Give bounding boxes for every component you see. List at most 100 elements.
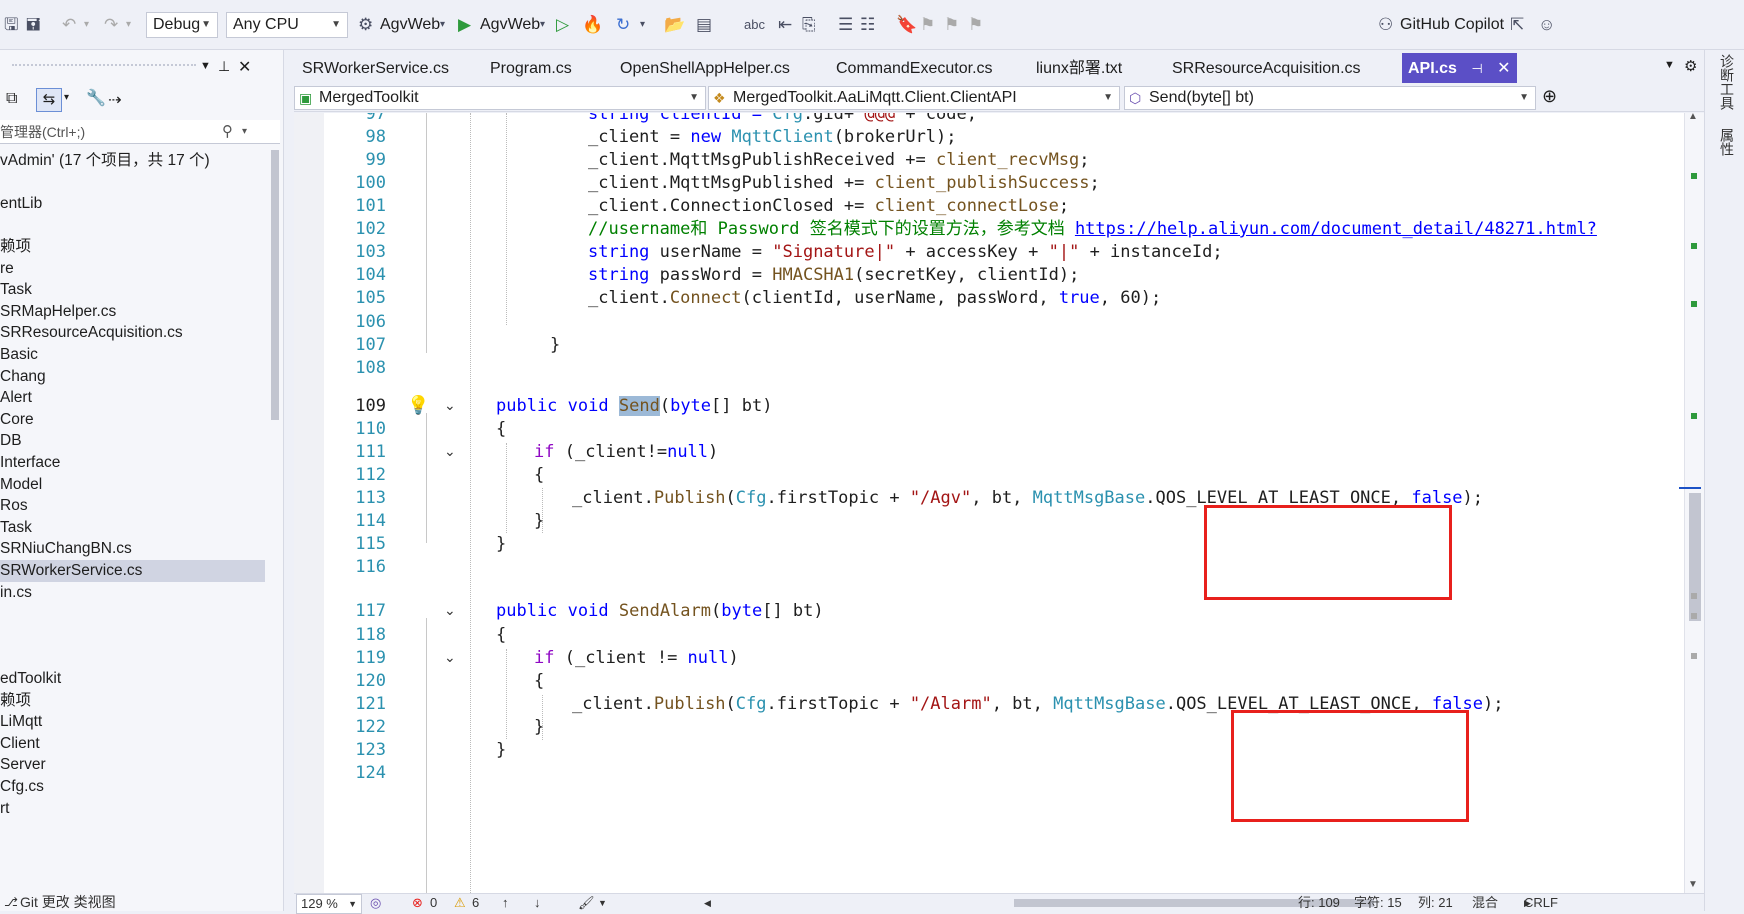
tree-item[interactable]: vAdmin' (17 个项目，共 17 个) <box>0 150 265 172</box>
tree-item[interactable]: Model <box>0 474 265 496</box>
pin-icon[interactable]: ⊣ <box>1471 61 1482 76</box>
tree-item[interactable]: SRResourceAcquisition.cs <box>0 322 265 344</box>
intellicode-icon[interactable]: ◎ <box>370 894 381 912</box>
arrow-down-icon[interactable]: ↓ <box>534 894 541 912</box>
scroll-left-icon[interactable]: ◀ <box>704 894 711 912</box>
tree-item[interactable]: Chang <box>0 366 265 388</box>
tree-item[interactable]: rt <box>0 798 265 820</box>
tree-item[interactable]: Server <box>0 754 265 776</box>
chevron-down-icon[interactable]: ▾ <box>540 13 545 37</box>
scroll-up-icon[interactable]: ▲ <box>1688 111 1698 122</box>
tab-srresourceacquisition[interactable]: SRResourceAcquisition.cs <box>1172 53 1361 83</box>
scrollbar-thumb[interactable] <box>1689 493 1701 621</box>
tree-item[interactable]: Task <box>0 517 265 539</box>
tree-item[interactable]: Interface <box>0 452 265 474</box>
tree-item[interactable]: Alert <box>0 387 265 409</box>
properties-tab[interactable]: 属性 <box>1715 128 1735 156</box>
scrollbar-thumb[interactable] <box>271 150 279 420</box>
tree-item[interactable]: Task <box>0 279 265 301</box>
tree-item[interactable]: 赖项 <box>0 236 265 258</box>
type-select[interactable]: ❖ MergedToolkit.AaLiMqtt.Client.ClientAP… <box>708 86 1120 110</box>
tab-api-active[interactable]: API.cs ⊣ ✕ <box>1402 53 1517 83</box>
tab-program[interactable]: Program.cs <box>490 53 572 83</box>
chevron-down-icon[interactable]: ⌄ <box>444 392 456 418</box>
platform-select[interactable]: Any CPU ▼ <box>226 12 348 38</box>
bookmark-icon[interactable]: 🔖 <box>896 13 917 37</box>
tree-item[interactable]: DB <box>0 430 265 452</box>
error-icon[interactable]: ⊗ <box>412 894 423 912</box>
restart-icon[interactable]: ↻ <box>616 13 630 37</box>
feedback-icon[interactable]: ☺ <box>1538 13 1555 37</box>
tree-item[interactable]: LiMqtt <box>0 711 265 733</box>
tree-item[interactable]: re <box>0 258 265 280</box>
method-name-highlighted[interactable]: Send <box>618 396 660 416</box>
doc-link[interactable]: https://help.aliyun.com/document_detail/… <box>1075 219 1597 239</box>
chevron-down-icon[interactable]: ▼ <box>598 894 607 912</box>
warning-count[interactable]: 6 <box>472 894 479 912</box>
next-bookmark-icon[interactable]: ⚑ <box>944 13 959 37</box>
preview-icon[interactable]: ⇢ <box>108 90 121 110</box>
tree-item[interactable]: entLib <box>0 193 265 215</box>
chevron-down-icon[interactable]: ▾ <box>242 120 247 144</box>
undo-icon[interactable]: ↶ <box>62 13 76 37</box>
diagnostics-tools-tab[interactable]: 诊断工具 <box>1715 54 1735 110</box>
step-icon[interactable]: ⇤ <box>778 13 792 37</box>
gear-icon[interactable]: ⚙ <box>1684 57 1697 75</box>
zoom-select[interactable]: 129 % ▼ <box>296 894 362 914</box>
undo-dropdown-icon[interactable]: ▾ <box>84 13 89 37</box>
comment-icon[interactable]: ☰ <box>838 13 853 37</box>
gear-icon[interactable]: ⚙ <box>358 13 373 37</box>
format-icon[interactable]: ⎘ <box>802 13 816 37</box>
save-icon[interactable]: 🖫 <box>4 13 18 37</box>
tab-liunx-deploy[interactable]: liunx部署.txt <box>1036 53 1122 83</box>
tab-srworkerservice[interactable]: SRWorkerService.cs <box>302 53 449 83</box>
wrench-icon[interactable]: 🔧 <box>86 88 106 108</box>
chevron-down-icon[interactable]: ▼ <box>200 60 211 72</box>
clear-bookmarks-icon[interactable]: ⚑ <box>968 13 983 37</box>
breakpoint-margin[interactable] <box>294 113 324 893</box>
tree-item[interactable]: in.cs <box>0 582 265 604</box>
chevron-down-icon[interactable]: ⌄ <box>444 438 456 464</box>
tab-openshellapphelper[interactable]: OpenShellAppHelper.cs <box>620 53 790 83</box>
chevron-down-icon[interactable]: ▾ <box>440 13 445 37</box>
redo-icon[interactable]: ↷ <box>104 13 118 37</box>
folder-icon[interactable]: 📂 <box>664 13 685 37</box>
tree-item[interactable]: Cfg.cs <box>0 776 265 798</box>
tree-item[interactable]: Basic <box>0 344 265 366</box>
tree-item[interactable]: edToolkit <box>0 668 265 690</box>
window-layout-icon[interactable]: ▤ <box>696 13 712 37</box>
drag-grip[interactable] <box>12 64 196 66</box>
close-icon[interactable]: ✕ <box>238 57 251 77</box>
indent-mode[interactable]: 混合 <box>1472 894 1498 912</box>
solution-scrollbar[interactable] <box>270 150 280 850</box>
startup-project-select[interactable]: AgvWeb <box>380 13 440 37</box>
bottom-tabs-label[interactable]: Git 更改 类视图 <box>20 893 116 911</box>
solution-search-input[interactable]: 管理器(Ctrl+;) ⚲ ▾ <box>0 120 280 144</box>
editor-vertical-scrollbar[interactable]: ▲ ▼ <box>1679 111 1704 893</box>
configuration-select[interactable]: Debug ▼ <box>146 12 218 38</box>
chevron-down-icon[interactable]: ▾ <box>64 92 69 103</box>
sync-icon[interactable]: ⇆ <box>36 88 62 112</box>
tree-item[interactable]: SRNiuChangBN.cs <box>0 538 265 560</box>
chevron-down-icon[interactable]: ▼ <box>1664 59 1675 71</box>
project-select[interactable]: ▣ MergedToolkit ▼ <box>294 86 706 110</box>
chevron-down-icon[interactable]: ⌄ <box>444 597 456 623</box>
error-count[interactable]: 0 <box>430 894 437 912</box>
hot-reload-icon[interactable]: 🔥 <box>582 13 603 37</box>
spell-check-icon[interactable]: abc <box>744 13 765 37</box>
chevron-down-icon[interactable]: ⌄ <box>444 644 456 670</box>
uncomment-icon[interactable]: ☷ <box>860 13 875 37</box>
arrow-up-icon[interactable]: ↑ <box>502 894 509 912</box>
start-debug-button[interactable]: AgvWeb <box>480 13 540 37</box>
tree-item[interactable]: 赖项 <box>0 690 265 712</box>
collapse-all-icon[interactable]: ⧉ <box>6 90 17 108</box>
tree-item[interactable]: SRMapHelper.cs <box>0 301 265 323</box>
close-icon[interactable]: ✕ <box>1497 60 1510 77</box>
share-icon[interactable]: ⇱ <box>1510 13 1524 37</box>
github-copilot-button[interactable]: GitHub Copilot <box>1400 13 1504 37</box>
save-all-icon[interactable]: 🖬 <box>26 13 40 37</box>
solution-bottom-tabs[interactable]: ⎇ Git 更改 类视图 <box>0 893 284 911</box>
redo-dropdown-icon[interactable]: ▾ <box>126 13 131 37</box>
pin-icon[interactable]: ⊥ <box>218 58 230 75</box>
search-icon[interactable]: ⚲ <box>222 120 233 144</box>
